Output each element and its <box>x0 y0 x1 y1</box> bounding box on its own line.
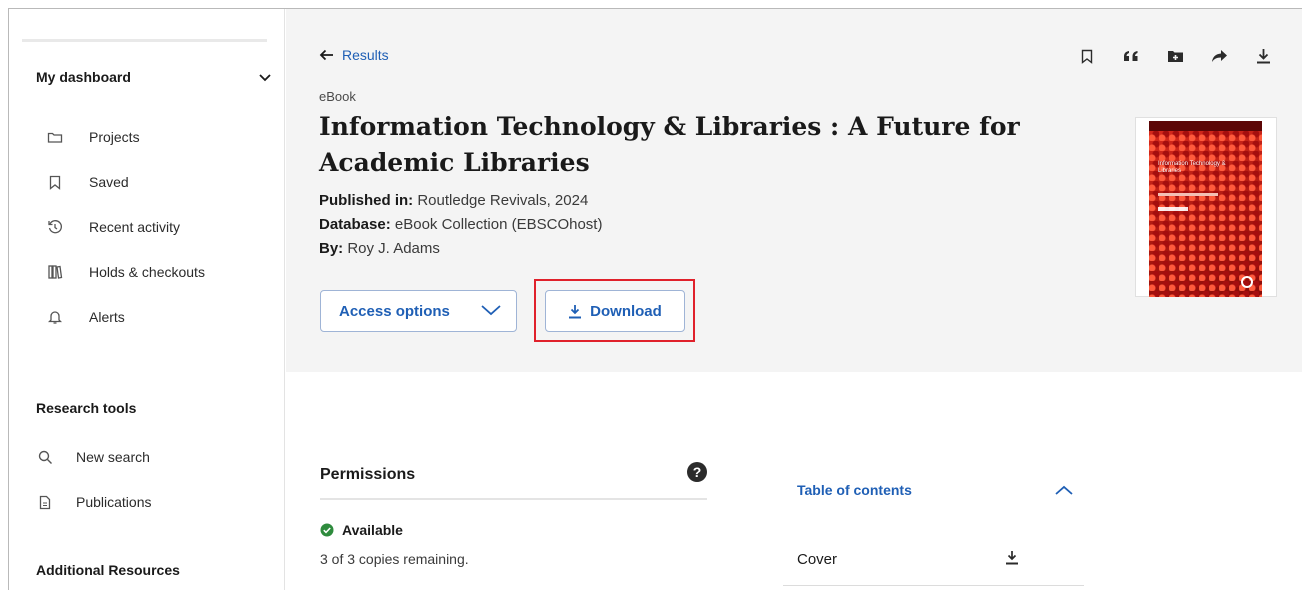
book-cover[interactable]: Information Technology & Libraries <box>1135 117 1277 297</box>
published-in: Published in: Routledge Revivals, 2024 <box>319 192 588 209</box>
dashboard-label: My dashboard <box>36 69 131 85</box>
database-label: Database: <box>319 216 391 233</box>
database: Database: eBook Collection (EBSCOhost) <box>319 216 602 233</box>
author-label: By: <box>319 240 344 257</box>
bookmark-icon <box>47 174 63 190</box>
share-icon[interactable] <box>1210 47 1228 65</box>
chevron-down-icon <box>481 305 501 316</box>
bookmark-icon[interactable] <box>1078 47 1096 65</box>
sidebar: My dashboard Projects Saved Recent activ… <box>9 9 285 590</box>
sidebar-item-recent-activity[interactable]: Recent activity <box>47 216 180 238</box>
access-options-label: Access options <box>339 302 450 320</box>
sidebar-item-label: Saved <box>89 174 129 190</box>
database-value: eBook Collection (EBSCOhost) <box>394 216 603 233</box>
bell-icon <box>47 309 63 325</box>
check-circle-icon <box>320 523 334 537</box>
cover-band <box>1149 121 1262 131</box>
published-value: Routledge Revivals, 2024 <box>417 192 589 209</box>
toc-title: Table of contents <box>797 482 912 498</box>
back-to-results-link[interactable]: Results <box>319 47 389 63</box>
toc-row-label: Cover <box>797 551 838 568</box>
sidebar-divider <box>22 39 267 42</box>
permissions-title: Permissions <box>320 466 416 483</box>
search-icon <box>37 449 53 465</box>
research-tools-heading: Research tools <box>36 400 137 416</box>
toc-row[interactable]: Cover <box>783 540 1084 586</box>
quote-icon[interactable] <box>1122 47 1140 65</box>
sidebar-item-new-search[interactable]: New search <box>37 446 150 468</box>
sidebar-item-label: Publications <box>76 494 152 510</box>
download-icon[interactable] <box>1254 47 1272 65</box>
record-header: Results eBook Information Technology & L… <box>286 9 1302 372</box>
record-toolbar <box>1078 47 1272 65</box>
record-type: eBook <box>319 89 356 104</box>
download-button[interactable]: Download <box>545 290 685 332</box>
sidebar-item-publications[interactable]: Publications <box>37 491 152 513</box>
cover-image: Information Technology & Libraries <box>1149 121 1262 297</box>
availability-label: Available <box>342 522 403 538</box>
document-icon <box>37 494 53 510</box>
cover-title: Information Technology & Libraries <box>1158 161 1226 174</box>
dashboard-toggle[interactable]: My dashboard <box>36 67 272 87</box>
access-options-button[interactable]: Access options <box>320 290 517 332</box>
sidebar-item-saved[interactable]: Saved <box>47 171 129 193</box>
chevron-up-icon <box>1055 485 1073 495</box>
history-icon <box>47 219 63 235</box>
additional-resources-heading: Additional Resources <box>36 562 180 578</box>
permissions-header: Permissions ? <box>320 460 707 500</box>
sidebar-item-label: New search <box>76 449 150 465</box>
record-title: Information Technology & Libraries : A F… <box>319 112 1020 177</box>
chevron-down-icon <box>259 74 271 82</box>
availability-status: Available <box>320 522 403 538</box>
publisher-logo-icon <box>1241 276 1253 288</box>
cover-subtitle-line <box>1158 193 1218 196</box>
back-label: Results <box>342 47 389 63</box>
download-icon[interactable] <box>1005 550 1021 566</box>
arrow-left-icon <box>319 49 333 61</box>
sidebar-item-projects[interactable]: Projects <box>47 126 140 148</box>
download-icon <box>569 304 582 318</box>
sidebar-item-label: Holds & checkouts <box>89 264 205 280</box>
author-value: Roy J. Adams <box>347 240 440 257</box>
table-of-contents-toggle[interactable]: Table of contents <box>797 480 1074 500</box>
help-icon[interactable]: ? <box>687 462 707 482</box>
sidebar-item-label: Projects <box>89 129 140 145</box>
books-icon <box>47 264 63 280</box>
download-label: Download <box>590 302 662 320</box>
folder-icon <box>47 129 63 145</box>
sidebar-item-label: Alerts <box>89 309 125 325</box>
copies-remaining: 3 of 3 copies remaining. <box>320 551 469 567</box>
sidebar-item-holds[interactable]: Holds & checkouts <box>47 261 205 283</box>
sidebar-item-label: Recent activity <box>89 219 181 235</box>
author: By: Roy J. Adams <box>319 240 440 257</box>
folder-add-icon[interactable] <box>1166 47 1184 65</box>
published-label: Published in: <box>319 192 414 209</box>
sidebar-item-alerts[interactable]: Alerts <box>47 306 125 328</box>
cover-author-line <box>1158 207 1188 211</box>
